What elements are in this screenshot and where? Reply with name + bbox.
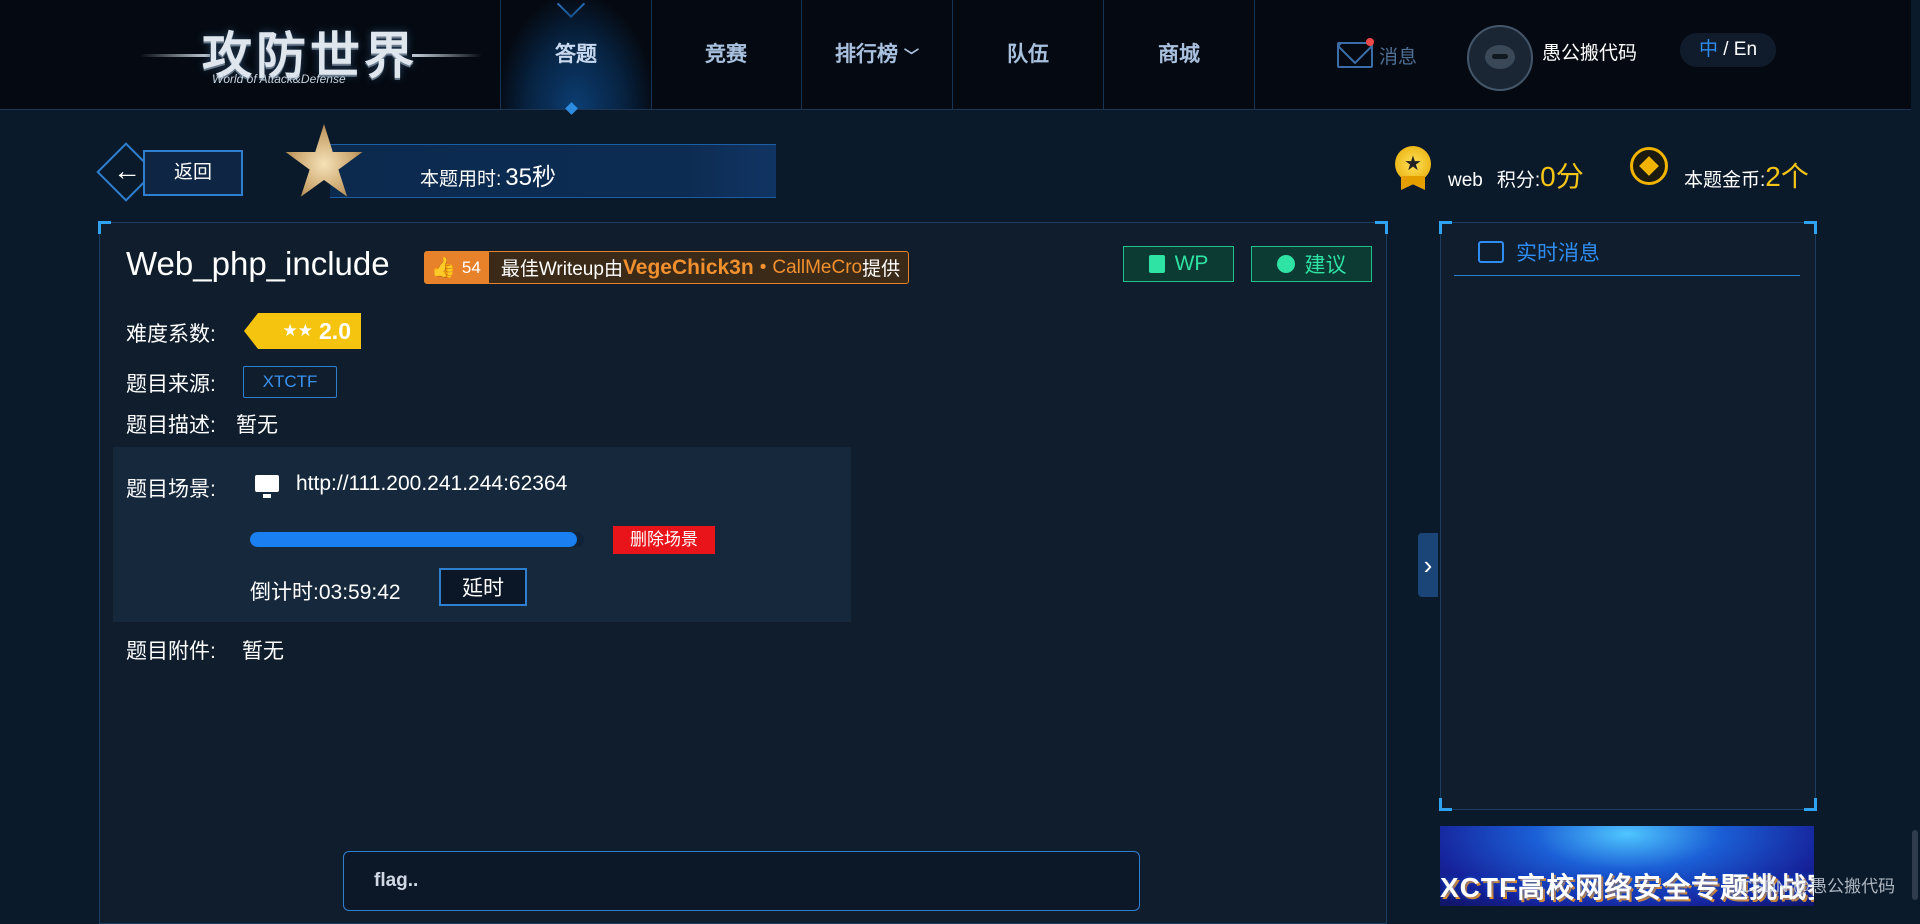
- time-used-label: 本题用时:: [420, 169, 502, 190]
- panel-corner: [1439, 221, 1452, 234]
- back-label: 返回: [143, 150, 243, 196]
- panel-corner: [1804, 221, 1817, 234]
- flag-input[interactable]: [343, 851, 1140, 911]
- monitor-icon: [255, 475, 279, 498]
- delete-scene-button[interactable]: 删除场景: [613, 526, 715, 554]
- difficulty-label: 难度系数:: [126, 323, 216, 346]
- nav-item-label: 答题: [555, 43, 597, 66]
- attachment-label: 题目附件:: [126, 640, 216, 663]
- messages-link[interactable]: 消息: [1337, 40, 1417, 70]
- logo-wing-right: [412, 54, 482, 57]
- countdown-label: 倒计时:: [250, 581, 319, 604]
- mail-icon: [1337, 42, 1373, 68]
- top-navigation: 攻防世界 World of Attack&Defense 答题 竞赛 排行榜 ﹀ …: [0, 0, 1920, 115]
- scene-label: 题目场景:: [126, 478, 216, 501]
- nav-item-competition[interactable]: 竞赛: [651, 0, 802, 109]
- scene-url-link[interactable]: http://111.200.241.244:62364: [296, 472, 567, 496]
- live-news-panel: [1439, 221, 1817, 811]
- chat-icon: [1478, 241, 1504, 263]
- panel-corner: [1804, 798, 1817, 811]
- description-value: 暂无: [236, 414, 278, 437]
- source-label: 题目来源:: [126, 373, 216, 396]
- nav-item-shop[interactable]: 商城: [1104, 0, 1255, 109]
- messages-label: 消息: [1379, 46, 1418, 68]
- lang-en[interactable]: En: [1734, 39, 1757, 60]
- coins-value: 2个: [1765, 161, 1809, 192]
- time-used-value: 35秒: [505, 164, 556, 191]
- like-count: 54: [461, 257, 481, 277]
- writeup-suffix: 提供: [862, 259, 901, 280]
- nav-item-label: 排行榜: [834, 43, 898, 66]
- nav-item-answer[interactable]: 答题: [500, 0, 652, 109]
- thumbs-up-icon: 👍: [431, 257, 456, 279]
- logo-wing-left: [140, 54, 210, 57]
- writeup-prefix: 最佳Writeup由: [500, 259, 623, 280]
- attachment-value: 暂无: [242, 640, 284, 663]
- lang-separator: /: [1717, 39, 1734, 60]
- coin-icon: [1630, 147, 1668, 185]
- difficulty-tag: ★★ 2.0: [244, 313, 361, 349]
- book-icon: [1148, 255, 1165, 273]
- score-value: 0分: [1540, 161, 1584, 192]
- suggest-button[interactable]: 建议: [1251, 246, 1372, 282]
- coins-label: 本题金币:: [1684, 170, 1766, 191]
- writeup-author-link[interactable]: VegeChick3n: [623, 256, 754, 280]
- panel-corner: [98, 221, 111, 234]
- username[interactable]: 愚公搬代码: [1542, 38, 1637, 65]
- nav-item-label: 竞赛: [705, 43, 747, 66]
- panel-corner: [1439, 798, 1452, 811]
- chevron-down-icon: ﹀: [903, 48, 919, 65]
- source-tag[interactable]: XTCTF: [243, 366, 337, 398]
- score-info: web 积分:0分: [1448, 155, 1584, 195]
- nav-item-label: 队伍: [1007, 43, 1049, 66]
- countdown: 倒计时:03:59:42: [250, 576, 401, 606]
- scrollbar[interactable]: [1911, 0, 1920, 902]
- nav-item-ranking[interactable]: 排行榜 ﹀: [802, 0, 953, 109]
- medal-ribbon-icon: [1401, 176, 1425, 190]
- time-used: 本题用时: 35秒: [420, 157, 556, 192]
- scene-progress-fill: [250, 532, 578, 547]
- wp-label: WP: [1174, 252, 1209, 275]
- coins-info: 本题金币:2个: [1684, 155, 1809, 195]
- lang-zh[interactable]: 中: [1699, 39, 1718, 60]
- chevron-right-icon[interactable]: ›: [1418, 533, 1438, 597]
- score-label: 积分:: [1496, 170, 1541, 191]
- avatar-face-icon: [1485, 45, 1515, 69]
- countdown-value: 03:59:42: [318, 581, 401, 604]
- avatar[interactable]: [1467, 25, 1533, 91]
- suggest-label: 建议: [1304, 254, 1347, 277]
- writeup-author2-link[interactable]: CallMeCro: [772, 257, 862, 279]
- description-label: 题目描述:: [126, 414, 216, 437]
- site-logo[interactable]: 攻防世界 World of Attack&Defense: [140, 14, 490, 94]
- category-label: web: [1448, 170, 1483, 191]
- arrow-left-icon: ←: [113, 155, 141, 186]
- best-writeup-banner[interactable]: 👍 54 最佳Writeup由 VegeChick3n • CallMeCro 提供: [424, 251, 910, 284]
- nav-item-label: 商城: [1158, 43, 1200, 66]
- back-button[interactable]: ← 返回: [96, 142, 243, 202]
- scrollbar-thumb[interactable]: [1912, 830, 1918, 900]
- difficulty-stars-icon: ★★: [282, 321, 314, 340]
- extend-time-button[interactable]: 延时: [439, 568, 527, 606]
- watermark: CSDN @愚公搬代码: [1740, 877, 1896, 896]
- language-switch[interactable]: 中 / En: [1680, 33, 1776, 67]
- scene-progress-bar: [250, 532, 584, 547]
- notification-dot: [1366, 38, 1374, 46]
- like-button[interactable]: 👍 54: [425, 252, 489, 283]
- live-news-title: 实时消息: [1516, 242, 1600, 265]
- live-news-header: 实时消息: [1454, 237, 1800, 276]
- logo-subtitle: World of Attack&Defense: [212, 72, 346, 86]
- lightbulb-icon: [1276, 255, 1295, 273]
- nav-item-team[interactable]: 队伍: [953, 0, 1104, 109]
- writeup-separator: •: [759, 256, 767, 278]
- difficulty-value: 2.0: [319, 317, 351, 344]
- challenge-title: Web_php_include: [126, 245, 390, 282]
- wp-button[interactable]: WP: [1123, 246, 1234, 282]
- panel-corner: [1375, 221, 1388, 234]
